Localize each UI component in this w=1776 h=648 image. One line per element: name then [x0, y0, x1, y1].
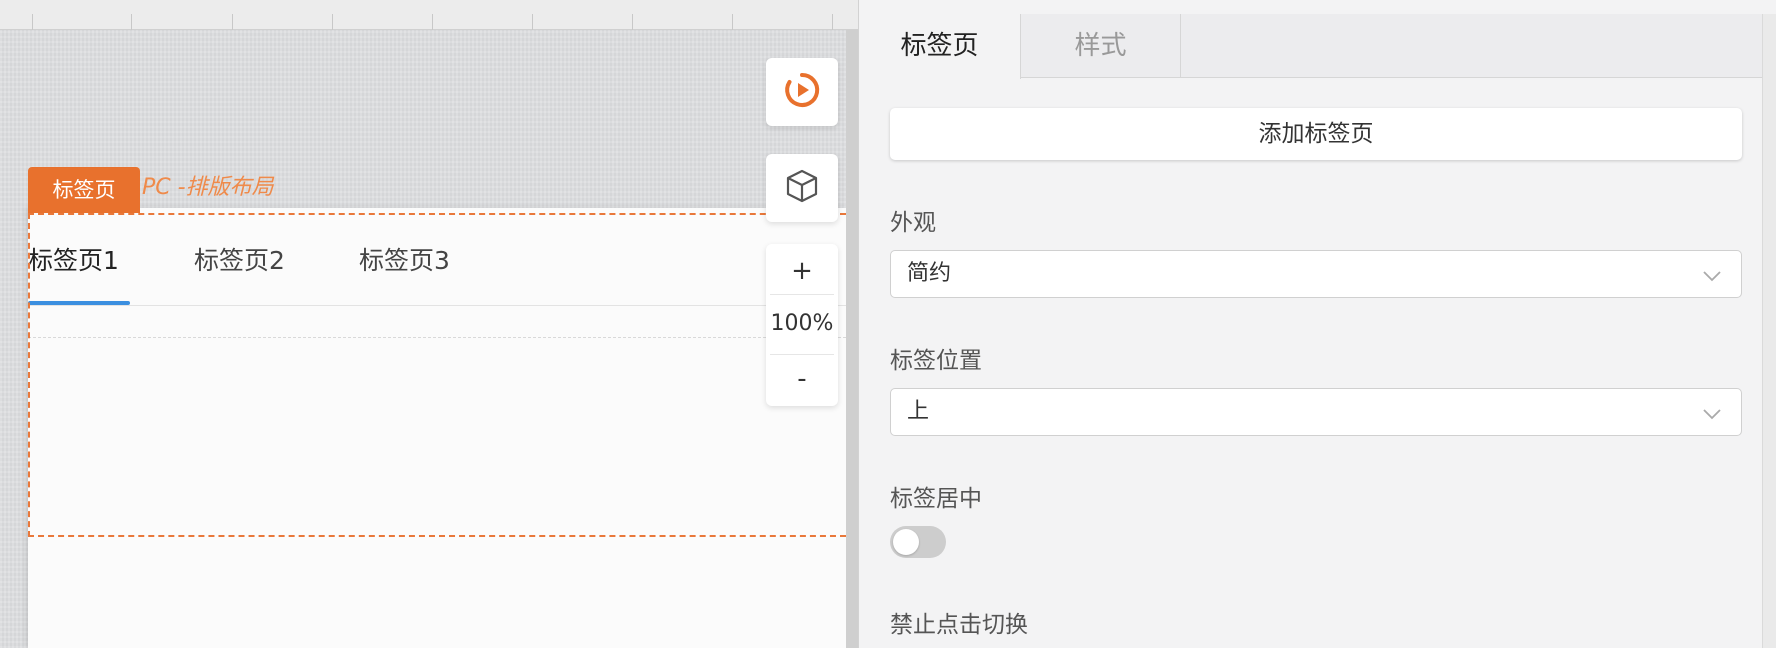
- appearance-select[interactable]: 简约: [890, 250, 1742, 298]
- zoom-level: 100%: [770, 311, 834, 336]
- tab-position-label: 标签位置: [890, 348, 982, 374]
- tab-tabs-settings[interactable]: 标签页: [859, 14, 1021, 79]
- zoom-out-button[interactable]: -: [766, 356, 838, 402]
- panel-tab-bar: 标签页 样式: [859, 14, 1776, 79]
- panel-scrollbar[interactable]: [1762, 14, 1776, 648]
- appearance-value: 简约: [907, 261, 952, 286]
- preview-button[interactable]: [766, 58, 838, 126]
- cube-icon: [784, 168, 820, 208]
- tab-content-divider: [28, 337, 846, 338]
- component-badge[interactable]: 标签页: [28, 167, 140, 213]
- tab-centered-label: 标签居中: [890, 486, 982, 512]
- property-panel: 标签页 样式: [858, 0, 1776, 648]
- tab-centered-toggle[interactable]: [890, 526, 946, 558]
- 3d-view-button[interactable]: [766, 154, 838, 222]
- ruler: [0, 0, 858, 30]
- tab-2[interactable]: 标签页2: [194, 236, 285, 306]
- tab-style[interactable]: 样式: [1021, 14, 1181, 78]
- disable-click-switch-label: 禁止点击切换: [890, 612, 1028, 638]
- play-circle-icon: [783, 71, 821, 113]
- canvas-scrollbar[interactable]: [846, 30, 858, 648]
- tabs-component[interactable]: 标签页1 标签页2 标签页3: [28, 236, 846, 306]
- tab-3[interactable]: 标签页3: [359, 236, 450, 306]
- tab-position-value: 上: [907, 399, 930, 424]
- zoom-in-button[interactable]: +: [766, 250, 838, 292]
- active-tab-indicator: [28, 301, 130, 305]
- chevron-down-icon: [1703, 405, 1721, 424]
- tab-1[interactable]: 标签页1: [28, 236, 119, 306]
- tab-position-select[interactable]: 上: [890, 388, 1742, 436]
- component-path: PC -排版布局: [142, 175, 274, 200]
- toggle-knob: [893, 529, 919, 555]
- zoom-controls: + 100% -: [766, 244, 838, 406]
- appearance-label: 外观: [890, 210, 936, 236]
- chevron-down-icon: [1703, 267, 1721, 286]
- add-tab-button[interactable]: 添加标签页: [890, 108, 1742, 160]
